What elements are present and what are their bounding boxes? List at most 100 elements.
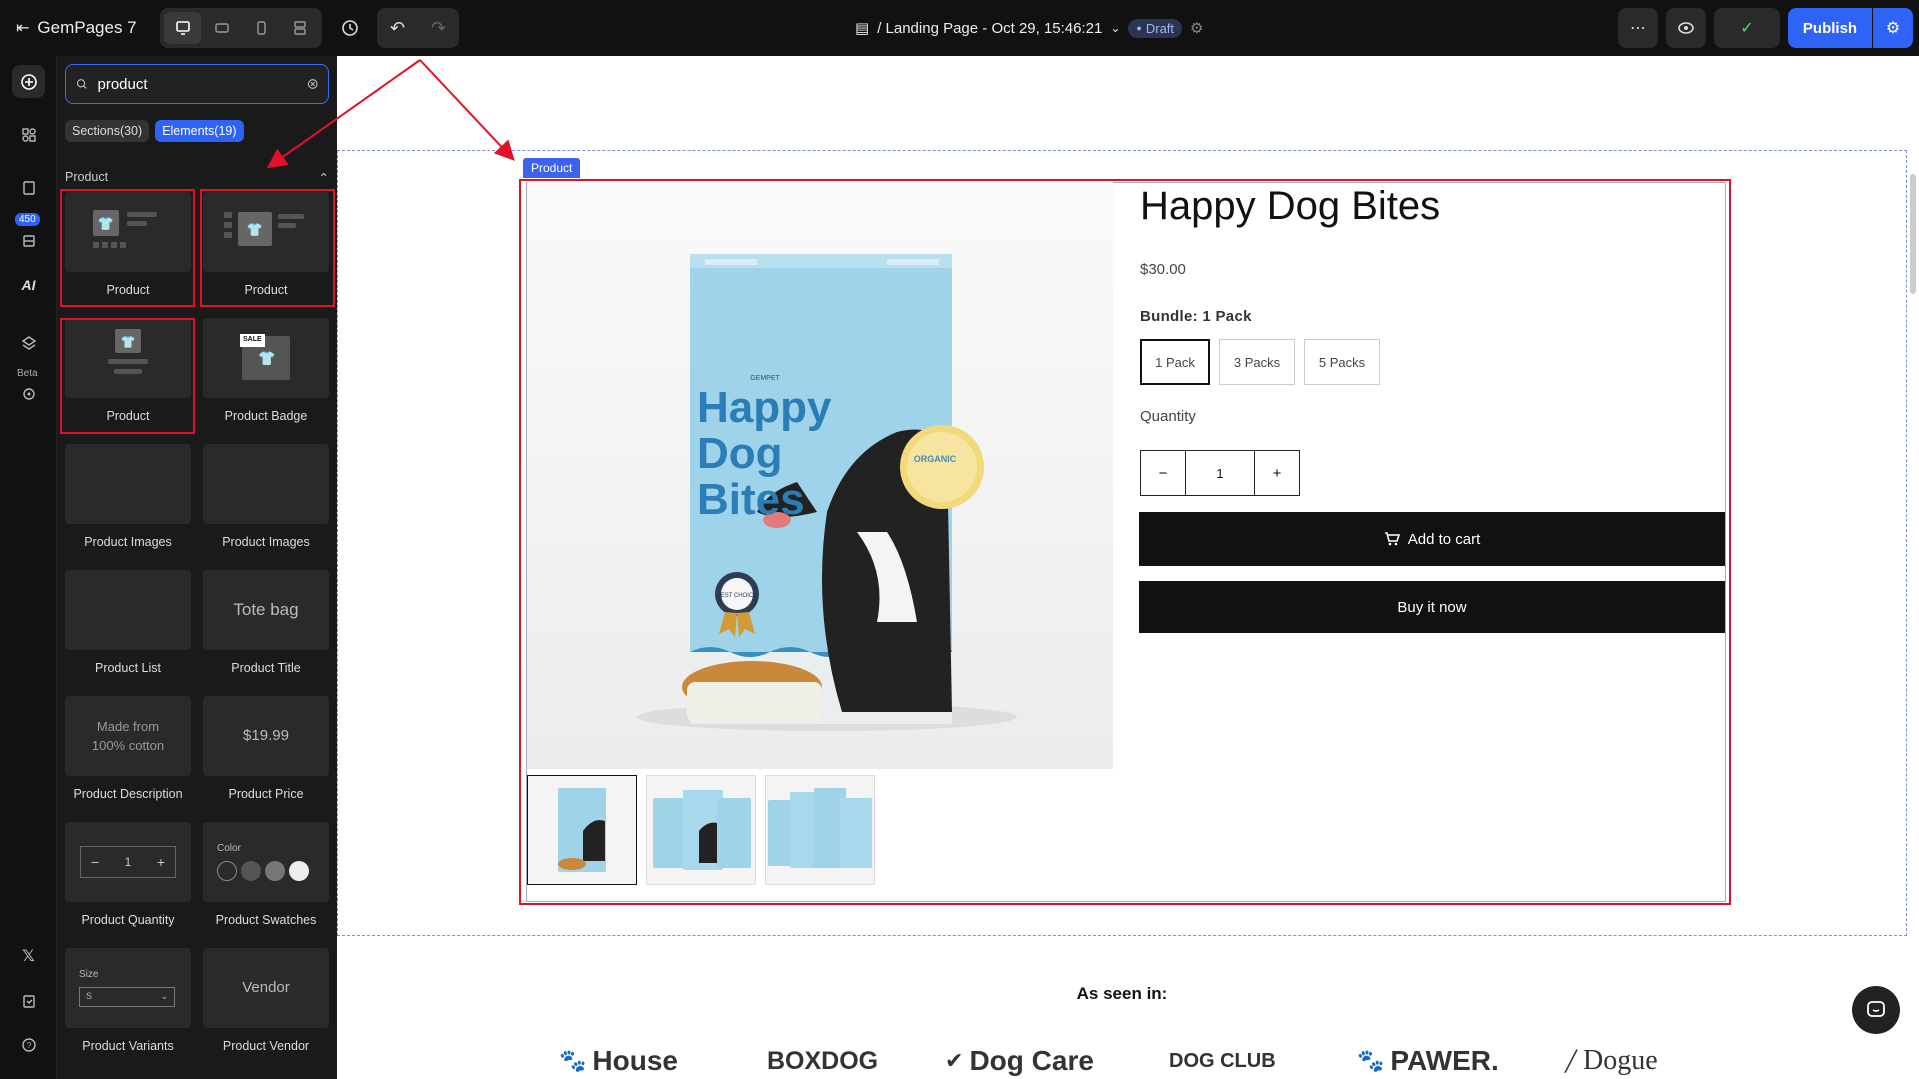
brand-logo-house: 🐾 House <box>559 1036 678 1079</box>
apps-icon[interactable] <box>12 118 45 151</box>
search-input[interactable] <box>97 75 297 93</box>
add-element-icon[interactable] <box>12 65 45 98</box>
brand-name: House <box>592 1045 678 1076</box>
page-icon: ▤ <box>855 20 870 37</box>
page-title-text: / Landing Page - Oct 29, 15:46:21 <box>877 19 1103 37</box>
sale-badge: SALE <box>240 334 265 347</box>
element-card-product-badge[interactable]: SALE 👕 Product Badge <box>203 318 329 423</box>
plus-icon: + <box>156 853 165 870</box>
publish-button[interactable]: Publish <box>1788 8 1872 48</box>
elements-panel: Sections(30) Elements(19) Product ⌃ 👕 Pr… <box>57 56 337 1079</box>
card-label: Product List <box>94 661 161 675</box>
pages-icon[interactable] <box>12 171 45 204</box>
card-label: Product Description <box>73 787 183 801</box>
history-icon[interactable] <box>334 8 366 48</box>
element-card-product-images-2[interactable]: Product Images <box>203 444 329 549</box>
preview-button[interactable] <box>1666 8 1706 48</box>
tab-sections[interactable]: Sections(30) <box>65 120 150 142</box>
variant-label: Size <box>79 969 99 980</box>
card-thumbnail: Made from 100% cotton <box>65 696 191 776</box>
ai-icon[interactable]: AI <box>12 268 45 301</box>
brand-name: BOXDOG <box>767 1046 879 1075</box>
logo[interactable]: ⇤ GemPages 7 <box>16 8 137 48</box>
clear-search-icon[interactable] <box>307 76 319 92</box>
variant-select-preview: S ⌄ <box>79 987 175 1007</box>
product-element-tag[interactable]: Product <box>523 158 581 178</box>
card-thumbnail: Size S ⌄ <box>65 948 191 1028</box>
save-button[interactable]: ✓ <box>1714 8 1780 48</box>
clipboard-icon[interactable] <box>12 984 45 1017</box>
undo-redo-group: ↶ ↷ <box>377 8 459 48</box>
svg-text:👕: 👕 <box>121 335 136 349</box>
help-icon[interactable]: ? <box>12 1028 45 1061</box>
dog-care-icon: ✔ <box>945 1048 964 1073</box>
undo-icon[interactable]: ↶ <box>377 8 418 48</box>
section-header[interactable]: Product ⌃ <box>65 170 329 185</box>
desktop-icon[interactable] <box>164 12 201 44</box>
library-icon[interactable] <box>12 224 45 257</box>
card-thumbnail: $19.99 <box>203 696 329 776</box>
element-card-product-2[interactable]: 👕 Product <box>203 192 329 297</box>
card-label: Product Variants <box>82 1039 174 1053</box>
chevron-down-icon: ⌄ <box>1110 21 1121 35</box>
as-seen-in-heading: As seen in: <box>1076 984 1168 1003</box>
publish-settings-button[interactable]: ⚙ <box>1873 8 1913 48</box>
card-label: Product Title <box>231 661 301 675</box>
element-card-product-3[interactable]: 👕 Product <box>65 318 191 423</box>
card-thumbnail <box>65 444 191 524</box>
element-card-product-title[interactable]: Tote bag Product Title <box>203 570 329 675</box>
beta-feature-icon[interactable] <box>12 377 45 410</box>
badge-preview: SALE 👕 <box>240 334 290 380</box>
swatch-label: Color <box>217 843 241 854</box>
globe-icon[interactable]: ⚙ <box>1190 19 1203 37</box>
product-layout-icon: 👕 <box>224 212 304 246</box>
shirt-icon: 👕 <box>258 350 276 366</box>
element-card-product-vendor[interactable]: Vendor Product Vendor <box>203 948 329 1053</box>
canvas-scrollbar[interactable] <box>1910 174 1916 294</box>
card-thumbnail: Vendor <box>203 948 329 1028</box>
brand-logo-pawer: 🐾 PAWER. <box>1357 1036 1499 1079</box>
card-thumbnail: 👕 <box>203 192 329 272</box>
card-thumbnail: SALE 👕 <box>203 318 329 398</box>
card-label: Product Badge <box>224 409 308 423</box>
search-box[interactable] <box>65 64 329 104</box>
element-card-product-1[interactable]: 👕 Product <box>65 192 191 297</box>
chat-launcher-button[interactable] <box>1852 986 1900 1034</box>
brand-logo-boxdog: BOXDOG <box>767 1036 878 1079</box>
element-card-product-quantity[interactable]: − 1 + Product Quantity <box>65 822 191 927</box>
product-layout-icon: 👕 <box>93 210 157 248</box>
panel-tabs: Sections(30) Elements(19) <box>65 120 244 142</box>
editor-canvas: Product ORGANIC BEST CHOICE GEMPET Happy… <box>337 56 1919 1079</box>
redo-icon[interactable]: ↷ <box>418 8 459 48</box>
brand-name: Dogue <box>1583 1045 1658 1076</box>
tablet-landscape-icon[interactable] <box>203 12 240 44</box>
tab-elements[interactable]: Elements(19) <box>155 120 244 142</box>
more-options-button[interactable]: ⋯ <box>1618 8 1658 48</box>
custom-size-icon[interactable] <box>281 12 318 44</box>
variant-select-value: S <box>86 991 93 1002</box>
layers-icon[interactable] <box>12 326 45 359</box>
top-bar: ⇤ GemPages 7 ↶ ↷ ▤ / Landing Page - Oct … <box>0 0 1919 56</box>
card-thumbnail: 👕 <box>65 192 191 272</box>
logo-text: GemPages 7 <box>37 18 137 37</box>
svg-text:👕: 👕 <box>247 223 263 238</box>
element-card-product-images-1[interactable]: Product Images <box>65 444 191 549</box>
element-card-product-swatches[interactable]: Color Product Swatches <box>203 822 329 927</box>
mobile-icon[interactable] <box>242 12 279 44</box>
search-icon <box>76 79 87 89</box>
element-card-product-description[interactable]: Made from 100% cotton Product Descriptio… <box>65 696 191 801</box>
more-icon: ⋯ <box>1630 20 1646 37</box>
element-card-product-list[interactable]: Product List <box>65 570 191 675</box>
card-thumbnail: Tote bag <box>203 570 329 650</box>
page-title[interactable]: ▤ / Landing Page - Oct 29, 15:46:21 ⌄ ● D… <box>855 8 1203 48</box>
element-card-product-variants[interactable]: Size S ⌄ Product Variants <box>65 948 191 1053</box>
minus-icon: − <box>91 853 100 870</box>
card-thumbnail: − 1 + <box>65 822 191 902</box>
card-label: Product <box>106 283 150 297</box>
section-title: Product <box>65 170 109 184</box>
element-card-product-price[interactable]: $19.99 Product Price <box>203 696 329 801</box>
status-badge: ● Draft <box>1128 18 1183 38</box>
x-icon[interactable]: 𝕏 <box>12 939 45 972</box>
paw-icon: 🐾 <box>1357 1048 1385 1073</box>
card-label: Product Vendor <box>222 1039 310 1053</box>
